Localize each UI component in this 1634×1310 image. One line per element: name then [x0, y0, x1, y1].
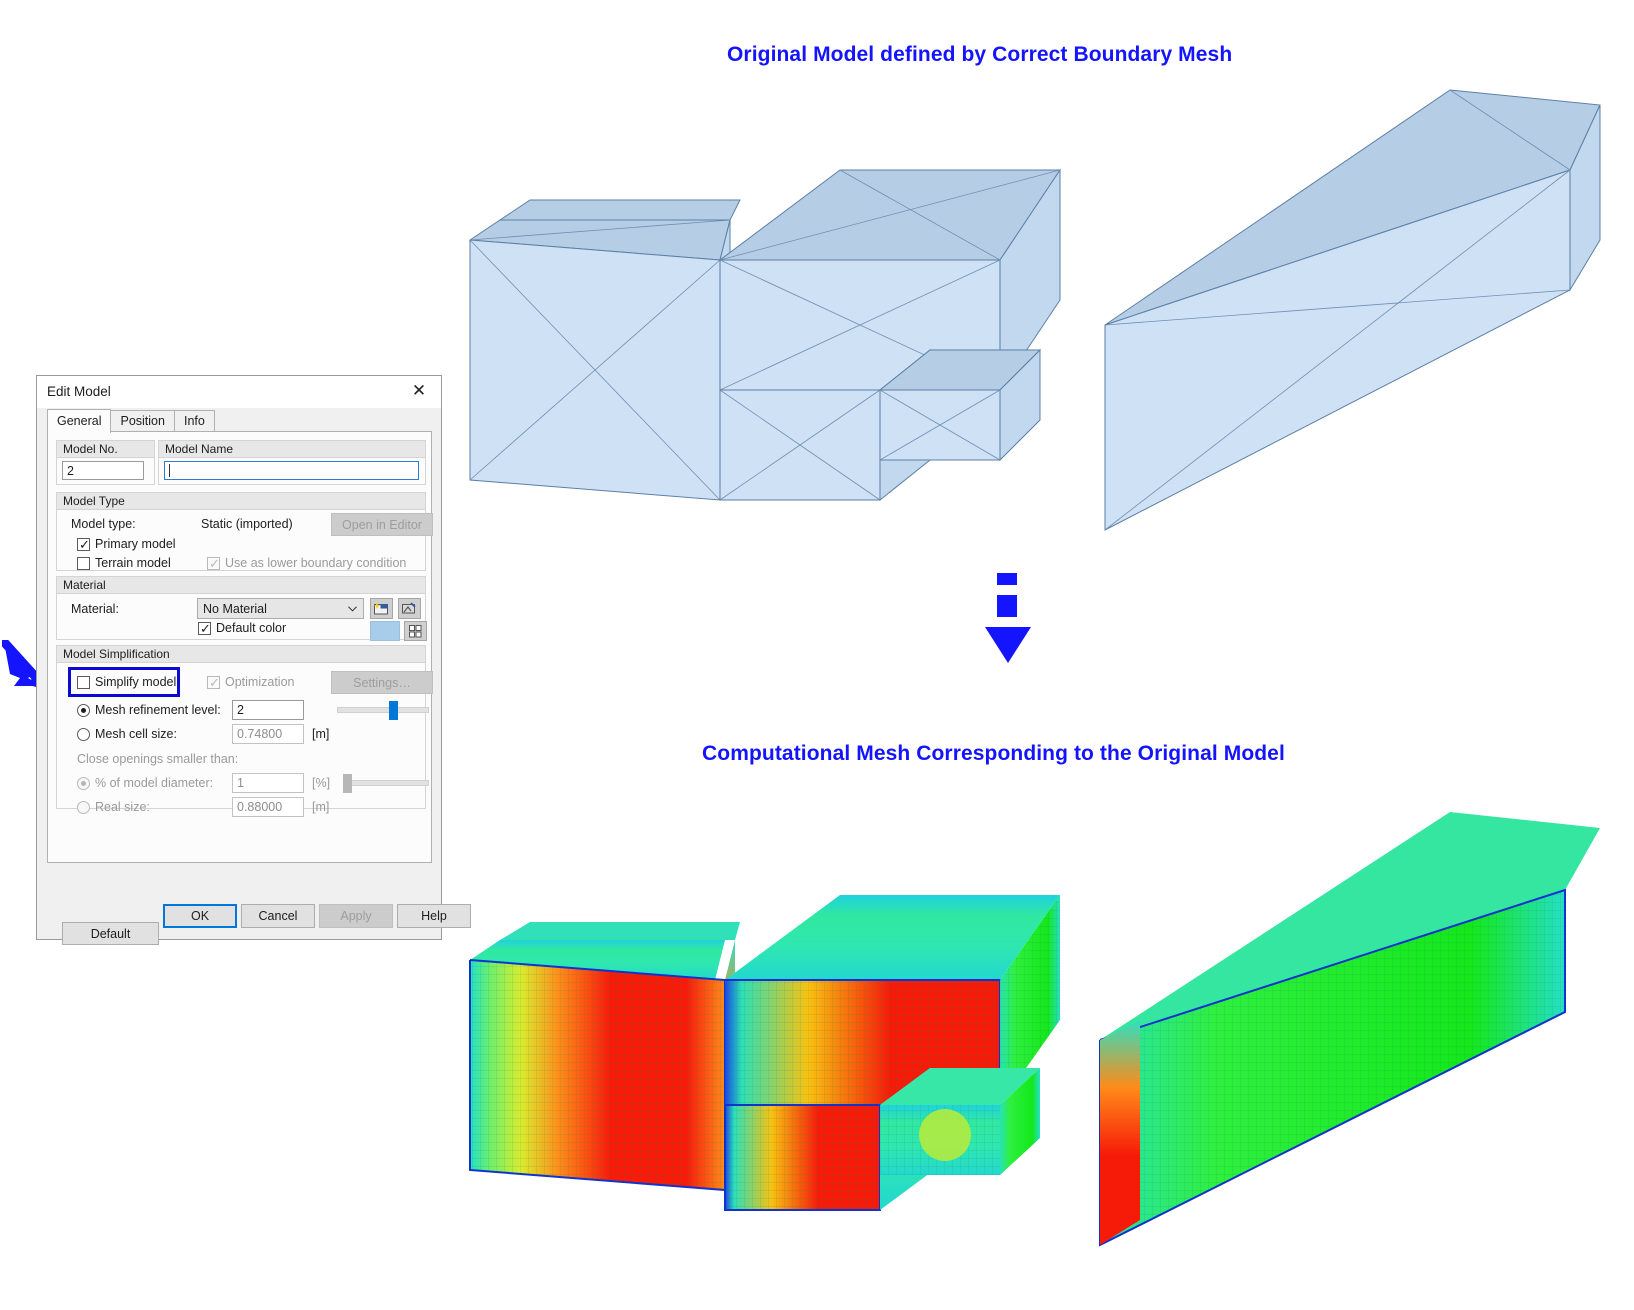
check-icon: ✓	[209, 675, 220, 690]
check-icon: ✓	[79, 537, 90, 552]
real-size-radio[interactable]	[77, 801, 90, 814]
tab-general[interactable]: General	[47, 409, 112, 433]
model-type-label: Model type:	[71, 517, 136, 531]
material-group: Material Material: No Material ✓ Default…	[56, 576, 427, 641]
radio-dot	[81, 781, 86, 786]
mesh-cell-size-radio[interactable]	[77, 728, 90, 741]
bottom-annotation-title: Computational Mesh Corresponding to the …	[702, 742, 1285, 765]
color-grid-glyph	[409, 624, 422, 637]
percent-diameter-label: % of model diameter:	[95, 776, 214, 790]
simplify-model-checkbox[interactable]	[77, 676, 90, 689]
simplify-model-label: Simplify model	[95, 675, 177, 689]
color-grid-icon[interactable]	[404, 621, 427, 641]
real-size-unit: [m]	[312, 800, 330, 814]
edit-material-glyph	[402, 602, 416, 614]
close-icon[interactable]: ✕	[397, 376, 441, 406]
real-size-input[interactable]: 0.88000	[232, 797, 304, 817]
model-name-group: Model Name	[158, 440, 426, 485]
mesh-refinement-label: Mesh refinement level:	[95, 703, 221, 717]
default-color-checkbox[interactable]: ✓	[198, 622, 211, 635]
model-type-value: Static (imported)	[201, 517, 293, 531]
tab-position[interactable]: Position	[110, 410, 175, 432]
real-size-label: Real size:	[95, 800, 150, 814]
model-name-input[interactable]	[164, 461, 419, 480]
dialog-titlebar: Edit Model ✕	[37, 376, 441, 408]
check-icon: ✓	[200, 621, 211, 636]
optimization-checkbox: ✓	[207, 676, 220, 689]
mesh-refinement-radio[interactable]	[77, 704, 90, 717]
tab-info[interactable]: Info	[173, 410, 215, 432]
mesh-refinement-slider-thumb[interactable]	[389, 701, 398, 720]
default-color-label: Default color	[216, 621, 287, 635]
model-no-group-label: Model No.	[57, 441, 154, 458]
chevron-down-icon	[348, 605, 357, 612]
lower-boundary-label: Use as lower boundary condition	[225, 556, 407, 570]
text-caret	[169, 464, 170, 477]
ok-button[interactable]: OK	[163, 904, 237, 928]
edit-model-dialog: Edit Model ✕ General Position Info Model…	[36, 375, 471, 945]
open-in-editor-button[interactable]: Open in Editor	[331, 513, 433, 536]
original-boundary-mesh-render: .f { fill:#cfe1f5; stroke:#5b7fa6; strok…	[468, 89, 1601, 531]
percent-diameter-input[interactable]: 1	[232, 773, 304, 793]
percent-diameter-unit: [%]	[312, 776, 331, 790]
check-icon: ✓	[209, 556, 220, 571]
simplification-settings-button[interactable]: Settings…	[331, 671, 433, 694]
help-button[interactable]: Help	[397, 904, 471, 928]
optimization-label: Optimization	[225, 675, 295, 689]
radio-dot	[81, 708, 86, 713]
percent-diameter-radio[interactable]	[77, 777, 90, 790]
primary-model-label: Primary model	[95, 537, 176, 551]
material-color-swatch[interactable]	[370, 621, 400, 641]
apply-button[interactable]: Apply	[319, 904, 393, 928]
mesh-cell-size-unit: [m]	[312, 727, 330, 741]
material-select[interactable]: No Material	[197, 598, 364, 619]
lower-boundary-checkbox: ✓	[207, 557, 220, 570]
model-simplification-group-label: Model Simplification	[57, 646, 425, 663]
dialog-title: Edit Model	[47, 384, 111, 399]
model-no-input[interactable]: 2	[62, 461, 144, 480]
model-simplification-group: Model Simplification Simplify model ✓ Op…	[56, 645, 433, 817]
new-material-icon[interactable]	[370, 598, 393, 619]
material-label: Material:	[71, 602, 119, 616]
down-arrow-icon	[985, 573, 1031, 663]
edit-material-icon[interactable]	[398, 598, 421, 619]
material-group-label: Material	[57, 577, 425, 594]
mesh-cell-size-label: Mesh cell size:	[95, 727, 177, 741]
percent-diameter-slider-track[interactable]	[343, 780, 429, 786]
terrain-model-checkbox[interactable]	[77, 557, 90, 570]
model-no-group: Model No. 2	[56, 440, 155, 485]
close-openings-label: Close openings smaller than:	[77, 752, 239, 766]
model-name-group-label: Model Name	[159, 441, 425, 458]
model-type-group: Model Type Model type: Static (imported)…	[56, 492, 433, 571]
percent-diameter-slider-thumb[interactable]	[343, 774, 352, 793]
primary-model-checkbox[interactable]: ✓	[77, 538, 90, 551]
cancel-button[interactable]: Cancel	[241, 904, 315, 928]
model-type-group-label: Model Type	[57, 493, 425, 510]
computational-mesh-render: .edge{fill:none;stroke:#1133cc;stroke-wi…	[469, 812, 1600, 1247]
terrain-model-label: Terrain model	[95, 556, 171, 570]
tab-page-general: Model No. 2 Model Name Model Type Model …	[47, 431, 433, 945]
new-material-glyph	[374, 602, 388, 615]
tab-bar: General Position Info	[47, 409, 215, 433]
top-annotation-title: Original Model defined by Correct Bounda…	[727, 43, 1233, 66]
mesh-cell-size-input[interactable]: 0.74800	[232, 724, 304, 744]
material-select-value: No Material	[203, 601, 267, 616]
mesh-refinement-slider-track[interactable]	[337, 707, 429, 713]
default-button[interactable]: Default	[62, 922, 159, 945]
mesh-refinement-input[interactable]: 2	[232, 700, 304, 720]
